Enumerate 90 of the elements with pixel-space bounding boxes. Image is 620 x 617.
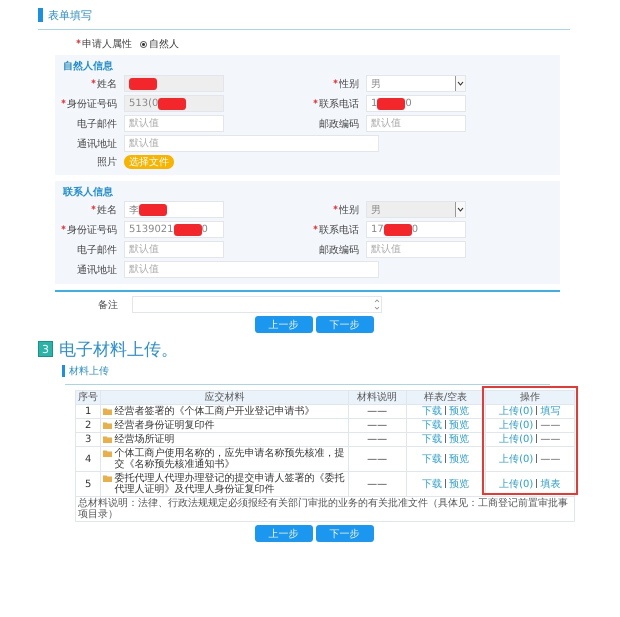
upload-link[interactable]: 上传(0) (496, 434, 536, 445)
upload-link[interactable]: 上传(0) (496, 478, 536, 490)
next-button[interactable]: 下一步 (316, 525, 374, 542)
field-label: 通讯地址 (77, 138, 117, 150)
input-field[interactable]: 默认值 (124, 115, 224, 132)
table-cell: —— (348, 418, 406, 432)
field-label: 邮政编码 (319, 244, 359, 256)
step-number: 3 (38, 341, 53, 357)
input-field[interactable]: 1 0 (366, 95, 466, 112)
input-field[interactable]: 默认值 (366, 241, 466, 258)
input-field[interactable]: 5139021 0 (124, 221, 224, 238)
download-link[interactable]: 下载 (419, 406, 446, 417)
table-cell: —— (348, 446, 406, 472)
download-link[interactable]: 下载 (419, 478, 446, 490)
scroll-arrows-icon[interactable] (374, 298, 380, 311)
table-cell: —— (348, 432, 406, 446)
empty-dash: —— (539, 420, 562, 431)
field-label: 身份证号码 (67, 224, 117, 236)
fill-link[interactable]: 填写 (537, 406, 564, 417)
column-header: 操作 (485, 390, 574, 404)
section-subtitle: 材料上传 (69, 364, 109, 378)
table-cell: 3 (76, 432, 101, 446)
preview-link[interactable]: 预览 (446, 454, 472, 464)
table-cell: 5 (76, 472, 101, 496)
next-button[interactable]: 下一步 (316, 316, 374, 333)
step-title: 电子材料上传。 (59, 338, 178, 360)
field-label: 联系电话 (319, 224, 359, 236)
preview-link[interactable]: 预览 (446, 478, 472, 490)
table-cell: 2 (76, 418, 101, 432)
input-field[interactable]: 默认值 (124, 261, 379, 278)
input-field[interactable] (124, 75, 224, 92)
column-header: 序号 (76, 390, 101, 404)
heading-bar (38, 8, 43, 22)
choose-file-button[interactable]: 选择文件 (124, 155, 174, 169)
field-label: 照片 (97, 156, 117, 169)
preview-link[interactable]: 预览 (446, 434, 472, 445)
column-header: 应交材料 (100, 390, 348, 404)
download-link[interactable]: 下载 (419, 434, 446, 445)
material-name: 经营场所证明 (114, 434, 174, 445)
download-link[interactable]: 下载 (419, 420, 446, 431)
panel-title: 联系人信息 (63, 186, 114, 200)
folder-icon (103, 475, 112, 482)
material-name: 委托代理人代理办理登记的提交申请人签署的《委托代理人证明》及代理人身份证复印件 (114, 473, 346, 495)
empty-dash: —— (539, 434, 562, 445)
column-header: 样表/空表 (406, 390, 485, 404)
material-name: 经营者签署的《个体工商户开业登记申请书》 (114, 406, 314, 417)
input-field[interactable]: 默认值 (124, 135, 379, 152)
field-label: 姓名 (97, 204, 117, 216)
table-cell: 4 (76, 446, 101, 472)
select-field[interactable]: 男 (366, 75, 466, 92)
field-label: 姓名 (97, 78, 117, 90)
field-label: 性别 (339, 204, 359, 216)
field-label: 电子邮件 (77, 244, 117, 256)
heading-bar (62, 365, 65, 377)
field-label: 邮政编码 (319, 118, 359, 130)
input-field[interactable]: 17 0 (366, 221, 466, 238)
radio-label[interactable]: 自然人 (149, 37, 179, 51)
previous-button[interactable]: 上一步 (254, 525, 312, 542)
upload-link[interactable]: 上传(0) (496, 406, 536, 417)
table-cell: —— (348, 472, 406, 496)
download-link[interactable]: 下载 (419, 454, 446, 464)
remarks-field[interactable] (132, 296, 382, 313)
table-note: 总材料说明：法律、行政法规规定必须报经有关部门审批的业务的有关批准文件（具体见：工商登记前置审批事项目录） (76, 496, 574, 522)
column-header: 材料说明 (348, 390, 406, 404)
previous-button[interactable]: 上一步 (254, 316, 312, 333)
field-label: 申请人属性 (82, 38, 132, 51)
upload-link[interactable]: 上传(0) (496, 420, 536, 431)
preview-link[interactable]: 预览 (446, 406, 472, 417)
preview-link[interactable]: 预览 (446, 420, 472, 431)
field-label: 通讯地址 (77, 264, 117, 276)
radio-button[interactable] (140, 40, 147, 48)
table-cell: 1 (76, 404, 101, 418)
table-cell: —— (348, 404, 406, 418)
field-label: 电子邮件 (77, 118, 117, 130)
panel-title: 自然人信息 (63, 60, 114, 74)
input-field[interactable]: 默认值 (124, 241, 224, 258)
fill-link[interactable]: 填表 (537, 478, 564, 490)
input-field[interactable]: 李 (124, 201, 224, 218)
field-label: 身份证号码 (67, 98, 117, 110)
input-field[interactable]: 默认值 (366, 115, 466, 132)
material-name: 经营者身份证明复印件 (114, 420, 214, 431)
field-label: 性别 (339, 78, 359, 90)
input-field[interactable]: 513(0 (124, 95, 224, 112)
select-field[interactable]: 男 (366, 201, 466, 218)
field-label: 联系电话 (319, 98, 359, 110)
section-title: 表单填写 (48, 8, 92, 22)
material-name: 个体工商户使用名称的，应先申请名称预先核准，提交《名称预先核准通知书》 (114, 448, 346, 470)
upload-link[interactable]: 上传(0) (496, 454, 536, 464)
empty-dash: —— (539, 454, 562, 464)
field-label: 备注 (98, 298, 118, 312)
